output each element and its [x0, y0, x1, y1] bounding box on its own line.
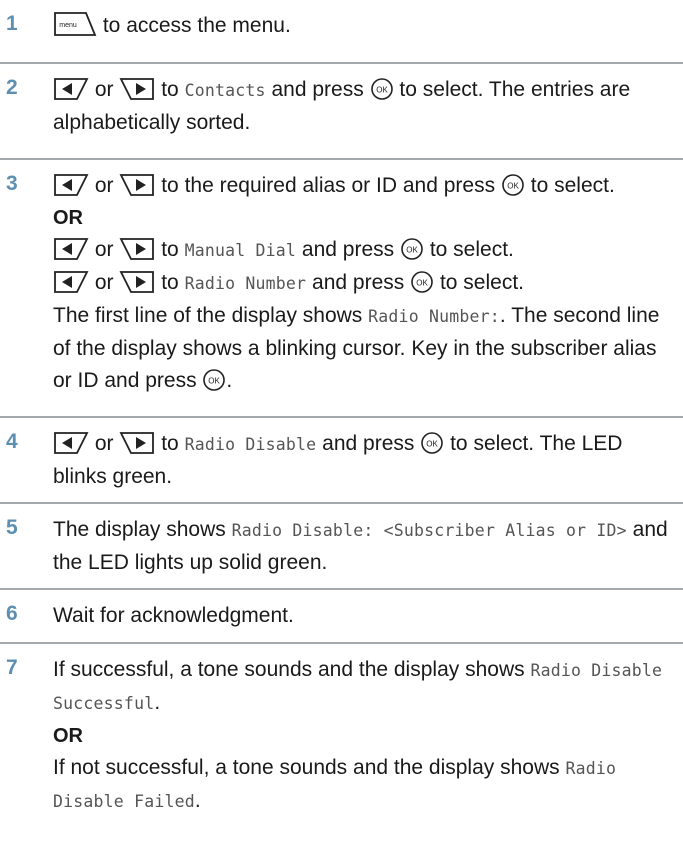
display-text: Radio Disable: <Subscriber Alias or ID>: [231, 521, 627, 540]
left-arrow-key-icon: [53, 237, 89, 261]
step-7: 7 If successful, a tone sounds and the d…: [0, 644, 683, 844]
right-arrow-key-icon: [119, 173, 155, 197]
right-arrow-key-icon: [119, 431, 155, 455]
svg-text:OK: OK: [209, 377, 221, 386]
step-text-part: to: [161, 432, 179, 455]
ok-key-icon: OK: [400, 237, 424, 261]
svg-text:OK: OK: [406, 246, 418, 255]
step-line: or to Manual Dial and press OK to select…: [53, 234, 669, 267]
right-arrow-key-icon: [119, 270, 155, 294]
step-number: 2: [6, 76, 18, 99]
step-text-part: and press: [322, 432, 415, 455]
menu-key-label: menu: [59, 22, 77, 29]
or-label: OR: [53, 725, 83, 747]
step-text: If successful, a tone sounds and the dis…: [53, 654, 669, 818]
menu-key-icon: menu: [53, 11, 97, 37]
step-line: or to Radio Number and press OK to selec…: [53, 267, 669, 300]
step-5: 5 The display shows Radio Disable: <Subs…: [0, 504, 683, 590]
step-number: 4: [6, 430, 18, 453]
display-text: Contacts: [184, 81, 266, 100]
step-text-part: The first line of the display shows: [53, 304, 363, 327]
step-text: menu to access the menu.: [53, 10, 669, 42]
ok-key-icon: OK: [370, 77, 394, 101]
step-number: 1: [6, 12, 18, 35]
svg-text:OK: OK: [507, 182, 519, 191]
step-text: or to Radio Disable and press OK to sele…: [53, 428, 669, 493]
ok-key-icon: OK: [501, 173, 525, 197]
step-text-part: .: [194, 789, 201, 812]
step-1: 1 menu to access the menu.: [0, 0, 683, 64]
step-text-part: If successful, a tone sounds and the dis…: [53, 658, 525, 681]
or-text: or: [94, 238, 114, 261]
ok-key-icon: OK: [410, 270, 434, 294]
step-number: 5: [6, 516, 18, 539]
step-paragraph: If not successful, a tone sounds and the…: [53, 752, 669, 818]
left-arrow-key-icon: [53, 270, 89, 294]
ok-key-icon: OK: [202, 368, 226, 392]
step-text-part: and press: [312, 271, 405, 294]
left-arrow-key-icon: [53, 431, 89, 455]
step-4: 4 or to Radio Disable and press OK to se…: [0, 418, 683, 504]
display-text: Manual Dial: [184, 241, 297, 260]
step-text-part: Wait for acknowledgment.: [53, 604, 294, 627]
procedure-steps: 1 menu to access the menu. 2 or to Conta…: [0, 0, 683, 844]
step-text-part: to: [161, 238, 179, 261]
step-2: 2 or to Contacts and press OK to select.…: [0, 64, 683, 160]
or-text: or: [94, 174, 114, 197]
step-text-part: to select.: [429, 238, 514, 261]
step-text: The display shows Radio Disable: <Subscr…: [53, 514, 669, 579]
step-text-part: .: [154, 691, 161, 714]
right-arrow-key-icon: [119, 77, 155, 101]
step-3: 3 or to the required alias or ID and pre…: [0, 160, 683, 418]
step-text: or to Contacts and press OK to select. T…: [53, 74, 669, 139]
or-text: or: [94, 271, 114, 294]
step-6: 6 Wait for acknowledgment.: [0, 590, 683, 644]
step-text-part: .: [226, 369, 233, 392]
step-paragraph: The first line of the display shows Radi…: [53, 300, 669, 397]
step-text-part: to: [161, 271, 179, 294]
step-text-part: to: [161, 78, 179, 101]
right-arrow-key-icon: [119, 237, 155, 261]
left-arrow-key-icon: [53, 77, 89, 101]
step-number: 6: [6, 602, 18, 625]
step-text: or to the required alias or ID and press…: [53, 170, 669, 397]
left-arrow-key-icon: [53, 173, 89, 197]
display-text: Radio Disable: [184, 435, 317, 454]
step-paragraph: If successful, a tone sounds and the dis…: [53, 654, 669, 720]
or-text: or: [94, 432, 114, 455]
or-text: or: [94, 78, 114, 101]
step-line: or to the required alias or ID and press…: [53, 170, 669, 202]
step-text-part: to access the menu.: [102, 14, 291, 37]
step-text-part: The display shows: [53, 518, 226, 541]
step-text-part: If not successful, a tone sounds and the…: [53, 756, 560, 779]
ok-key-label: OK: [376, 86, 388, 95]
display-text: Radio Number:: [368, 307, 500, 326]
svg-text:OK: OK: [416, 279, 428, 288]
ok-key-icon: OK: [420, 431, 444, 455]
step-text-part: to select.: [439, 271, 524, 294]
step-number: 7: [6, 656, 18, 679]
step-text: Wait for acknowledgment.: [53, 600, 669, 632]
step-number: 3: [6, 172, 18, 195]
step-text-part: to select.: [530, 174, 615, 197]
step-text-part: to the required alias or ID and press: [161, 174, 496, 197]
display-text: Radio Number: [184, 274, 307, 293]
or-label: OR: [53, 207, 83, 229]
svg-text:OK: OK: [426, 440, 438, 449]
step-text-part: and press: [301, 238, 395, 261]
step-text-part: and press: [271, 78, 364, 101]
